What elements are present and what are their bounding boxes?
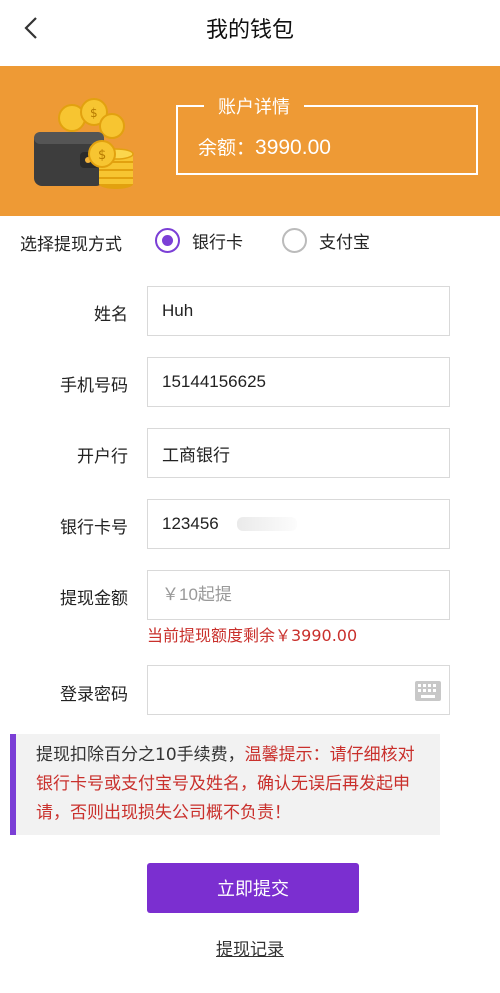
phone-field[interactable]: 15144156625 <box>147 357 450 407</box>
wallet-coins-icon: $ $ <box>34 98 134 189</box>
withdraw-method-label: 选择提现方式 <box>20 235 122 255</box>
card-number-label: 银行卡号 <box>60 518 128 538</box>
bank-value[interactable]: 工商银行 <box>162 441 230 466</box>
amount-label: 提现金额 <box>60 589 128 609</box>
balance-value: 3990.00 <box>255 136 331 159</box>
name-value[interactable]: Huh <box>162 301 193 321</box>
phone-value[interactable]: 15144156625 <box>162 372 266 392</box>
radio-bank-card[interactable]: 银行卡 <box>155 226 243 254</box>
page-title: 我的钱包 <box>205 18 294 43</box>
notice-fee-text: 提现扣除百分之10手续费， <box>36 745 245 765</box>
balance-display: 余额：3990.00 <box>198 133 331 160</box>
remaining-quota-text: 当前提现额度剩余￥3990.00 <box>147 626 358 645</box>
svg-text:$: $ <box>98 148 106 163</box>
radio-bank-card-label: 银行卡 <box>192 232 243 253</box>
submit-button[interactable]: 立即提交 <box>147 863 359 913</box>
withdraw-history-link[interactable]: 提现记录 <box>0 935 500 960</box>
card-number-field[interactable]: 123456 <box>147 499 450 549</box>
bank-label: 开户行 <box>77 447 128 467</box>
withdraw-notice: 提现扣除百分之10手续费，温馨提示：请仔细核对银行卡号或支付宝号及姓名，确认无误… <box>10 734 440 835</box>
password-input[interactable] <box>162 666 449 714</box>
radio-alipay[interactable]: 支付宝 <box>282 226 370 254</box>
radio-alipay-label: 支付宝 <box>319 232 370 253</box>
withdraw-method-row: 选择提现方式 银行卡 支付宝 <box>0 222 500 262</box>
password-label: 登录密码 <box>60 685 128 705</box>
amount-input[interactable] <box>162 571 449 619</box>
bank-field[interactable]: 工商银行 <box>147 428 450 478</box>
radio-unchecked-icon[interactable] <box>282 227 307 253</box>
password-field[interactable] <box>147 665 450 715</box>
account-details-box: 账户详情 余额：3990.00 <box>176 93 478 175</box>
card-number-value[interactable]: 123456 <box>162 514 219 534</box>
top-navigation-bar: 我的钱包 <box>0 0 500 56</box>
balance-label: 余额： <box>198 137 256 159</box>
svg-text:$: $ <box>90 106 98 120</box>
amount-field[interactable] <box>147 570 450 620</box>
name-label: 姓名 <box>94 305 128 325</box>
phone-label: 手机号码 <box>60 376 128 396</box>
radio-checked-icon[interactable] <box>155 227 180 253</box>
redacted-digits <box>236 517 297 531</box>
name-field[interactable]: Huh <box>147 286 450 336</box>
keyboard-icon[interactable] <box>415 681 441 701</box>
account-details-title: 账户详情 <box>204 93 304 119</box>
account-banner: $ $ 账户详情 余额：3990.00 <box>0 66 500 216</box>
